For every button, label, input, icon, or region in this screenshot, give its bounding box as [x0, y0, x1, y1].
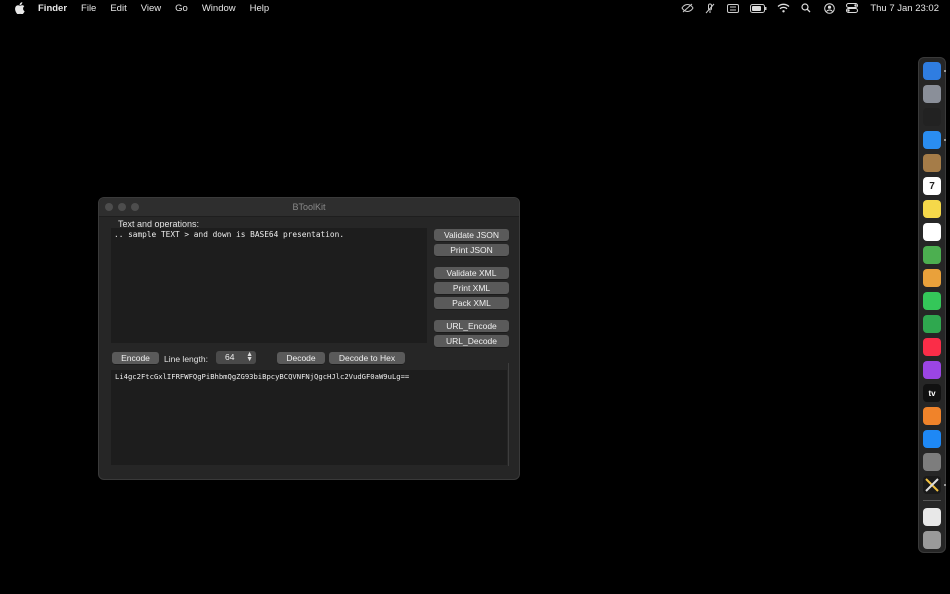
keyboard-icon[interactable] [726, 2, 740, 14]
line-length-label: Line length: [164, 354, 208, 364]
music-icon[interactable] [923, 338, 941, 356]
validate-xml-button[interactable]: Validate XML [434, 267, 509, 279]
messages-icon[interactable] [923, 292, 941, 310]
mic-slash-icon[interactable] [703, 2, 717, 14]
print-json-button[interactable]: Print JSON [434, 244, 509, 256]
tv-icon[interactable]: tv [923, 384, 941, 402]
chevron-updown-icon: ▲ ▼ [246, 351, 253, 363]
btoolkit-window: BToolKit Text and operations: .. sample … [98, 197, 520, 480]
menu-help[interactable]: Help [250, 3, 270, 14]
photos-icon[interactable] [923, 269, 941, 287]
finder-icon[interactable] [923, 62, 941, 80]
running-indicator [944, 70, 946, 72]
battery-icon[interactable] [749, 2, 767, 14]
menu-go[interactable]: Go [175, 3, 188, 14]
wifi-icon[interactable] [776, 2, 790, 14]
podcasts-icon[interactable] [923, 361, 941, 379]
eye-slash-icon[interactable] [680, 2, 694, 14]
pack-xml-button[interactable]: Pack XML [434, 297, 509, 309]
user-icon[interactable] [822, 2, 836, 14]
validate-json-button[interactable]: Validate JSON [434, 229, 509, 241]
running-indicator [944, 484, 946, 486]
output-text-area[interactable]: Li4gc2FtcGxlIFRFWFQgPiBhbmQgZG93biBpcyBC… [111, 370, 507, 465]
menu-edit[interactable]: Edit [110, 3, 126, 14]
print-xml-button[interactable]: Print XML [434, 282, 509, 294]
control-center-icon[interactable] [845, 2, 859, 14]
scroll-divider [508, 363, 509, 466]
menubar-clock[interactable]: Thu 7 Jan 23:02 [870, 3, 939, 14]
dock-separator [923, 500, 941, 501]
notes-icon[interactable] [923, 200, 941, 218]
line-length-value: 64 [225, 352, 235, 362]
safari-icon[interactable] [923, 131, 941, 149]
encode-button[interactable]: Encode [112, 352, 159, 364]
running-indicator [944, 139, 946, 141]
terminal-icon[interactable] [923, 108, 941, 126]
system-preferences-icon[interactable] [923, 453, 941, 471]
reminders-icon[interactable] [923, 223, 941, 241]
search-icon[interactable] [799, 2, 813, 14]
btoolkit-icon[interactable] [923, 476, 941, 494]
url-encode-button[interactable]: URL_Encode [434, 320, 509, 332]
window-titlebar[interactable]: BToolKit [99, 198, 519, 217]
menu-view[interactable]: View [141, 3, 161, 14]
maps-icon[interactable] [923, 246, 941, 264]
window-title: BToolKit [292, 202, 326, 212]
numbers-icon[interactable] [923, 315, 941, 333]
dock: 7 tv [918, 57, 946, 553]
menu-app-name[interactable]: Finder [38, 3, 67, 14]
decode-to-hex-button[interactable]: Decode to Hex [329, 352, 405, 364]
menu-file[interactable]: File [81, 3, 96, 14]
menu-window[interactable]: Window [202, 3, 236, 14]
calendar-icon[interactable]: 7 [923, 177, 941, 195]
document-icon[interactable] [923, 508, 941, 526]
menu-bar: Finder File Edit View Go Window Help Thu… [0, 0, 950, 16]
contacts-icon[interactable] [923, 154, 941, 172]
input-text-area[interactable]: .. sample TEXT > and down is BASE64 pres… [111, 228, 427, 343]
apple-icon[interactable] [12, 1, 26, 15]
url-decode-button[interactable]: URL_Decode [434, 335, 509, 347]
launchpad-icon[interactable] [923, 85, 941, 103]
trash-icon[interactable] [923, 531, 941, 549]
books-icon[interactable] [923, 407, 941, 425]
line-length-select[interactable]: 64 ▲ ▼ [216, 351, 256, 364]
app-store-icon[interactable] [923, 430, 941, 448]
decode-button[interactable]: Decode [277, 352, 325, 364]
